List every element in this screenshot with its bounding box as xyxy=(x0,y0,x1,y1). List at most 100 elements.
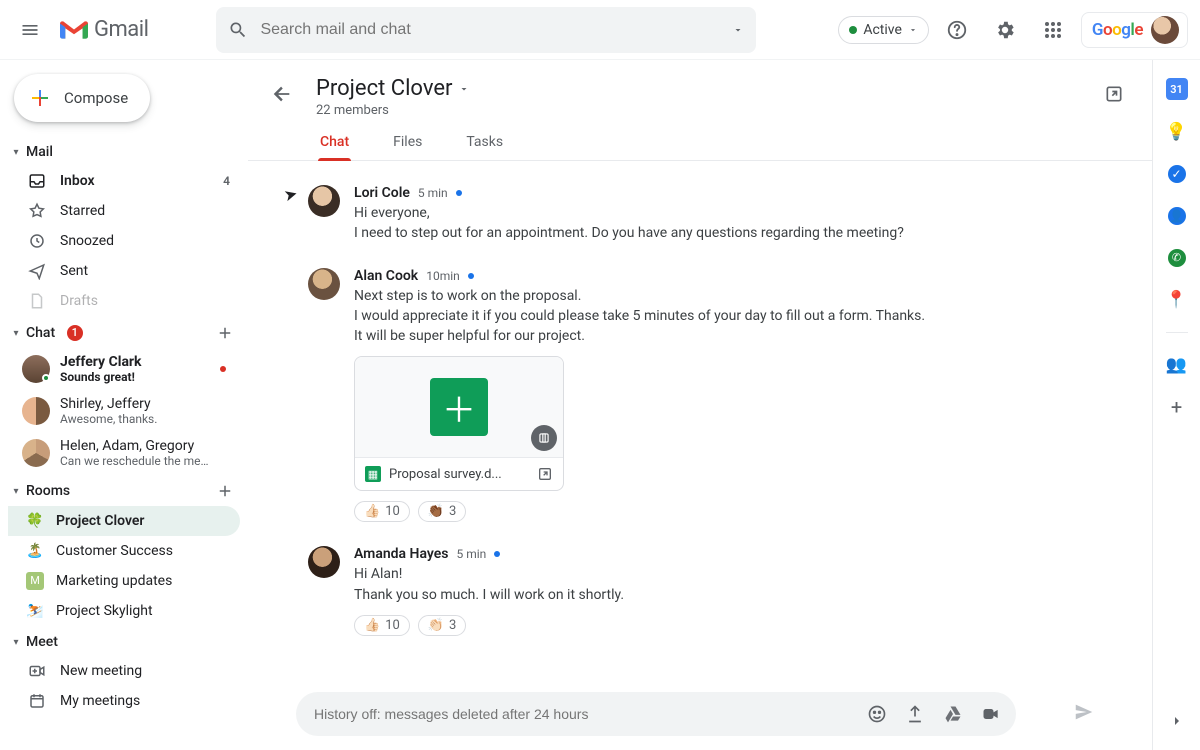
chat-item[interactable]: Jeffery ClarkSounds great! xyxy=(8,348,240,390)
reactions: 👍🏻10 👏🏻3 xyxy=(354,615,1112,636)
drive-button[interactable] xyxy=(936,697,970,731)
hamburger-icon xyxy=(20,20,40,40)
video-plus-icon xyxy=(28,662,46,680)
tasks-app-button[interactable]: ✓ xyxy=(1167,164,1187,184)
folder-snoozed[interactable]: Snoozed xyxy=(8,226,240,256)
calendar-app-button[interactable]: 31 xyxy=(1166,78,1188,100)
folder-drafts[interactable]: Drafts xyxy=(8,286,240,316)
sheets-mini-icon: ▦ xyxy=(365,466,381,482)
reaction-chip[interactable]: 👏🏾3 xyxy=(418,501,467,522)
room-item-project-clover[interactable]: 🍀Project Clover xyxy=(8,506,240,536)
file-icon xyxy=(28,292,46,310)
new-chat-button[interactable] xyxy=(216,324,234,342)
message-time: 5 min xyxy=(456,547,486,561)
room-emoji-icon: 🍀 xyxy=(26,512,44,530)
reaction-chip[interactable]: 👍🏻10 xyxy=(354,501,410,522)
apps-grid-icon xyxy=(1044,21,1062,39)
settings-button[interactable] xyxy=(985,10,1025,50)
room-header: Project Clover 22 members xyxy=(248,60,1152,118)
emoji-button[interactable] xyxy=(860,697,894,731)
open-new-button[interactable] xyxy=(1096,76,1132,112)
room-subtitle: 22 members xyxy=(316,103,470,118)
presence-dot-icon xyxy=(42,374,50,382)
room-letter-icon: M xyxy=(26,572,44,590)
composer-input[interactable] xyxy=(314,706,856,722)
reaction-chip[interactable]: 👏🏻3 xyxy=(418,615,467,636)
unread-dot-icon xyxy=(456,190,462,196)
message: Lori Cole5 min Hi everyone,I need to ste… xyxy=(308,185,1112,244)
chat-item[interactable]: Helen, Adam, GregoryCan we reschedule th… xyxy=(8,432,240,474)
chevron-down-icon xyxy=(908,25,918,35)
account-badge[interactable]: Google xyxy=(1081,12,1188,48)
apps-button[interactable] xyxy=(1033,10,1073,50)
rooms-section: ▾Rooms 🍀Project Clover 🏝️Customer Succes… xyxy=(8,476,240,626)
meet-button[interactable] xyxy=(974,697,1008,731)
chevron-down-icon xyxy=(458,83,470,95)
collapse-button[interactable] xyxy=(1044,76,1080,112)
collapse-icon xyxy=(1052,84,1072,104)
search-bar[interactable] xyxy=(216,7,756,53)
message: Alan Cook10min Next step is to work on t… xyxy=(308,268,1112,523)
send-button[interactable] xyxy=(1064,692,1104,732)
attachment-preview: ＋ xyxy=(355,357,563,457)
folder-sent[interactable]: Sent xyxy=(8,256,240,286)
people-app-button[interactable]: 👥 xyxy=(1167,355,1187,375)
message-composer[interactable] xyxy=(296,692,1016,736)
tab-files[interactable]: Files xyxy=(391,128,424,160)
chat-item[interactable]: Shirley, JefferyAwesome, thanks. xyxy=(8,390,240,432)
tab-chat[interactable]: Chat xyxy=(318,128,351,160)
room-tabs: Chat Files Tasks xyxy=(248,118,1152,161)
gmail-wordmark: Gmail xyxy=(94,17,148,42)
room-item[interactable]: ⛷️Project Skylight xyxy=(8,596,240,626)
drive-icon xyxy=(943,704,963,724)
unread-dot-icon xyxy=(468,273,474,279)
message-time: 10min xyxy=(426,269,460,283)
attachment-card[interactable]: ＋ ▦ Proposal survey.d... xyxy=(354,356,564,491)
room-title[interactable]: Project Clover xyxy=(316,76,470,101)
contacts-app-button[interactable]: 👤 xyxy=(1167,206,1187,226)
rooms-section-toggle[interactable]: ▾Rooms xyxy=(8,476,240,506)
chat-section: ▾Chat 1 Jeffery ClarkSounds great! Shirl… xyxy=(8,318,240,474)
folder-starred[interactable]: Starred xyxy=(8,196,240,226)
meet-new-meeting[interactable]: New meeting xyxy=(8,656,240,686)
folder-inbox[interactable]: Inbox4 xyxy=(8,166,240,196)
emoji-icon xyxy=(867,704,887,724)
sidebar: Compose ▾Mail Inbox4 Starred Snoozed xyxy=(0,60,248,750)
help-button[interactable] xyxy=(937,10,977,50)
mail-section-toggle[interactable]: ▾Mail xyxy=(8,138,240,166)
compose-button[interactable]: Compose xyxy=(14,74,150,122)
room-item[interactable]: MMarketing updates xyxy=(8,566,240,596)
gmail-icon xyxy=(60,19,88,41)
gmail-logo[interactable]: Gmail xyxy=(60,17,148,42)
maps-app-button[interactable]: 📍 xyxy=(1167,290,1187,310)
plus-icon xyxy=(216,482,234,500)
voice-app-button[interactable]: ✆ xyxy=(1167,248,1187,268)
clock-icon xyxy=(28,232,46,250)
tab-tasks[interactable]: Tasks xyxy=(464,128,505,160)
meet-my-meetings[interactable]: My meetings xyxy=(8,686,240,716)
attachment-overlay-icon xyxy=(531,425,557,451)
room-item[interactable]: 🏝️Customer Success xyxy=(8,536,240,566)
keep-app-button[interactable]: 💡 xyxy=(1167,122,1187,142)
meet-section-toggle[interactable]: ▾Meet xyxy=(8,628,240,656)
inbox-icon xyxy=(28,172,46,190)
get-addons-button[interactable]: + xyxy=(1167,397,1187,417)
account-avatar[interactable] xyxy=(1151,16,1179,44)
upload-button[interactable] xyxy=(898,697,932,731)
status-chip[interactable]: Active xyxy=(838,16,929,44)
reactions: 👍🏻10 👏🏾3 xyxy=(354,501,1112,522)
new-room-button[interactable] xyxy=(216,482,234,500)
composer-row xyxy=(248,688,1152,750)
chevron-down-icon[interactable] xyxy=(732,24,744,36)
search-input[interactable] xyxy=(260,21,720,39)
chat-section-toggle[interactable]: ▾Chat 1 xyxy=(8,318,240,348)
menu-button[interactable] xyxy=(8,8,52,52)
open-external-icon[interactable] xyxy=(537,466,553,482)
chat-unread-badge: 1 xyxy=(67,325,83,341)
back-button[interactable] xyxy=(264,76,300,112)
message-body: Hi Alan!Thank you so much. I will work o… xyxy=(354,564,1112,605)
reaction-chip[interactable]: 👍🏻10 xyxy=(354,615,410,636)
message-thread: ➤ Lori Cole5 min Hi everyone,I need to s… xyxy=(248,161,1152,688)
unread-dot-icon xyxy=(494,551,500,557)
collapse-panel-button[interactable] xyxy=(1162,706,1192,736)
